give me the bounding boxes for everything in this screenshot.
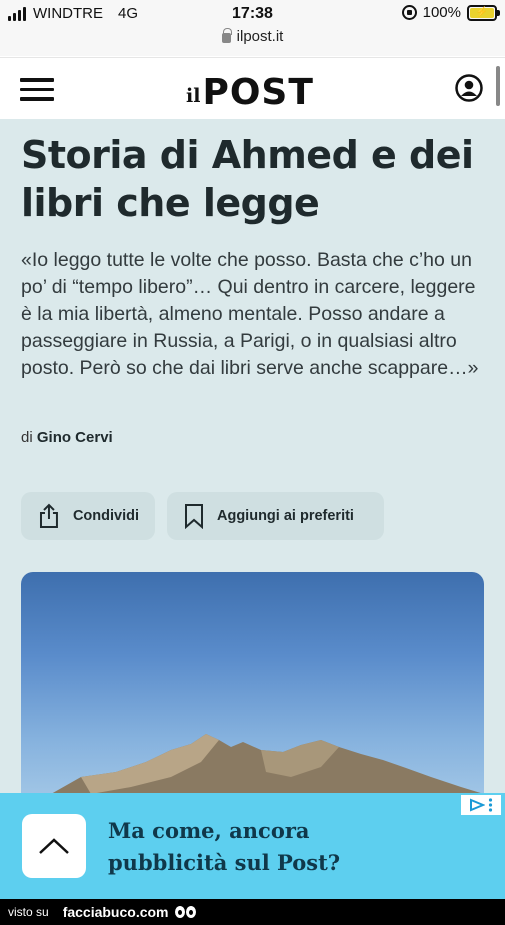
hamburger-menu-icon[interactable] [20, 78, 54, 102]
logo-il: il [186, 85, 201, 107]
rotation-lock-icon [401, 5, 417, 20]
page-scrollbar[interactable] [496, 66, 500, 106]
adchoices-button[interactable] [461, 795, 501, 815]
ad-banner[interactable]: Ma come, ancora pubblicità sul Post? [0, 793, 505, 899]
chevron-up-icon [39, 838, 69, 854]
article: Storia di Ahmed e dei libri che legge «I… [0, 119, 505, 793]
user-account-icon[interactable] [455, 74, 483, 102]
share-icon [39, 503, 58, 528]
lock-icon [221, 27, 232, 43]
favorite-label: Aggiungi ai preferiti [217, 508, 354, 524]
watermark-prefix: visto su [8, 905, 49, 919]
status-bar: WINDTRE 4G 17:38 100% ⚡ ilpost.it [0, 0, 505, 56]
article-lead: «Io leggo tutte le volte che posso. Bast… [21, 249, 479, 379]
address-bar[interactable]: ilpost.it [0, 27, 505, 45]
url-text: ilpost.it [236, 28, 284, 45]
eyes-icon [174, 906, 196, 918]
watermark-site: facciabuco.com [62, 904, 169, 920]
battery-charging-icon: ⚡ [467, 4, 500, 21]
ad-message[interactable]: Ma come, ancora pubblicità sul Post? [108, 815, 428, 879]
share-button[interactable]: Condividi [21, 492, 155, 540]
article-title: Storia di Ahmed e dei libri che legge [21, 133, 474, 225]
byline: di Gino Cervi [21, 429, 113, 446]
add-to-favorites-button[interactable]: Aggiungi ai preferiti [167, 492, 384, 540]
mountain-island-illustration [52, 734, 481, 793]
site-logo[interactable]: il POST [186, 67, 314, 113]
status-right: 100% ⚡ [401, 4, 500, 21]
author-link[interactable]: Gino Cervi [37, 429, 113, 446]
more-options-icon [488, 798, 493, 812]
site-header: il POST [0, 57, 505, 119]
byline-prefix: di [21, 429, 33, 446]
share-label: Condividi [72, 508, 139, 524]
adchoices-icon [470, 798, 485, 812]
article-hero-image [21, 572, 484, 793]
article-actions: Condividi Aggiungi ai preferiti [21, 492, 384, 540]
bookmark-icon [185, 504, 203, 529]
scroll-up-button[interactable] [22, 814, 86, 878]
watermark-footer: visto su facciabuco.com [0, 899, 505, 925]
logo-post: POST [202, 72, 314, 113]
battery-percent: 100% [422, 4, 461, 21]
